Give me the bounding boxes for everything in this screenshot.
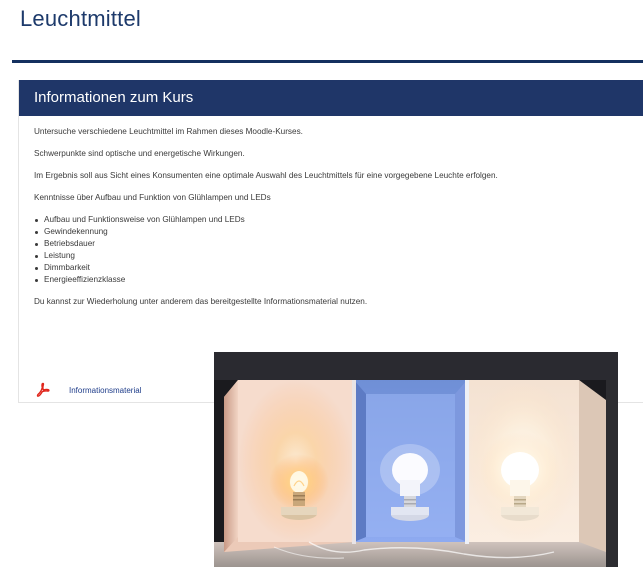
info-paragraph: Schwerpunkte sind optische und energetis… [34, 149, 245, 158]
resource-label: Informationsmaterial [69, 385, 142, 395]
topic-list: Aufbau und Funktionsweise von Glühlampen… [34, 214, 629, 286]
pdf-icon [35, 382, 51, 398]
info-paragraph: Untersuche verschiedene Leuchtmittel im … [34, 127, 303, 136]
course-page: Leuchtmittel Informationen zum Kurs Unte… [0, 0, 643, 567]
topic-list-item: Leistung [34, 250, 629, 262]
title-divider [12, 60, 643, 63]
topic-list-item: Gewindekennung [34, 226, 629, 238]
info-paragraph: Im Ergebnis soll aus Sicht eines Konsume… [34, 171, 498, 180]
info-paragraph: Kenntnisse über Aufbau und Funktion von … [34, 193, 271, 202]
course-info-body: Untersuche verschiedene Leuchtmittel im … [19, 116, 643, 308]
lamp-comparison-photo [214, 352, 618, 567]
course-info-heading: Informationen zum Kurs [19, 80, 643, 116]
topic-list-item: Aufbau und Funktionsweise von Glühlampen… [34, 214, 629, 226]
topic-list-item: Betriebsdauer [34, 238, 629, 250]
topic-list-item: Dimmbarkeit [34, 262, 629, 274]
resource-link-informationsmaterial[interactable]: Informationsmaterial [35, 382, 141, 398]
topic-list-item: Energieeffizienzklasse [34, 274, 629, 286]
page-title: Leuchtmittel [20, 6, 142, 31]
closing-paragraph: Du kannst zur Wiederholung unter anderem… [34, 297, 368, 306]
